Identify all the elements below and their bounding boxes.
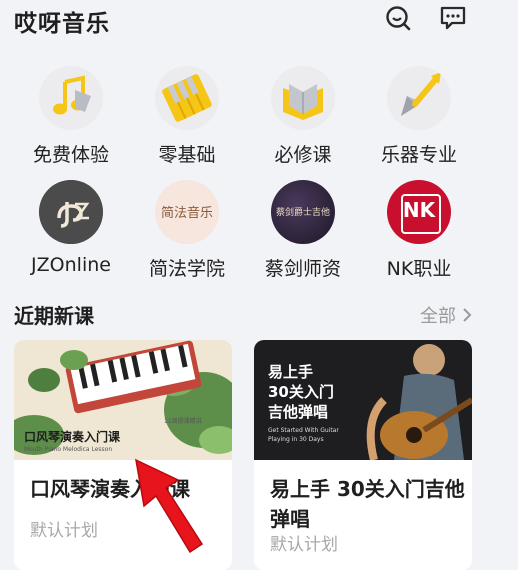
category-label: 简法学院 bbox=[148, 258, 225, 280]
category-label: NK职业 bbox=[386, 258, 452, 280]
section-title: 近期新课 bbox=[14, 304, 94, 328]
cover-subtitle: Get Started With Guitar Playing in 30 Da… bbox=[268, 427, 339, 443]
guitar-icon bbox=[387, 66, 451, 130]
music-note-icon bbox=[39, 66, 103, 130]
category-caijian[interactable]: 蔡剑爵士吉他 蔡剑师资 bbox=[253, 180, 353, 281]
course-plan: 默认计划 bbox=[270, 535, 338, 555]
jianfa-logo: 简法音乐 bbox=[155, 180, 219, 244]
category-free-trial[interactable]: 免费体验 bbox=[21, 66, 121, 167]
view-all-label: 全部 bbox=[420, 306, 456, 327]
jz-logo bbox=[39, 180, 103, 244]
caijian-logo: 蔡剑爵士吉他 bbox=[271, 180, 335, 244]
category-instrument-pro[interactable]: 乐器专业 bbox=[369, 66, 469, 167]
category-label: 零基础 bbox=[158, 144, 216, 166]
category-required[interactable]: 必修课 bbox=[253, 66, 353, 167]
chevron-right-icon bbox=[463, 308, 472, 322]
search-icon[interactable] bbox=[384, 4, 412, 32]
category-beginner[interactable]: 零基础 bbox=[137, 66, 237, 167]
course-card-guitar[interactable]: 易上手 30关入门 吉他弹唱 Get Started With Guitar P… bbox=[254, 340, 472, 570]
category-label: 必修课 bbox=[274, 144, 332, 166]
category-label: 蔡剑师资 bbox=[264, 258, 341, 280]
cover-subtitle: Mouth Piano Melodica Lesson bbox=[24, 446, 113, 453]
app-header: 哎呀音乐 bbox=[0, 0, 518, 40]
category-label: JZOnline bbox=[31, 254, 111, 276]
nk-logo: NK bbox=[387, 180, 451, 244]
view-all-link[interactable]: 全部 bbox=[420, 302, 472, 328]
message-icon[interactable] bbox=[439, 4, 467, 32]
piano-keys-icon bbox=[155, 66, 219, 130]
category-nk[interactable]: NK NK职业 bbox=[369, 180, 469, 281]
category-label: 免费体验 bbox=[32, 144, 109, 166]
pointer-arrow-icon bbox=[135, 458, 204, 554]
category-jianfa[interactable]: 简法音乐 简法学院 bbox=[137, 180, 237, 281]
cover-tag: 11周授课精讲 bbox=[164, 418, 202, 425]
category-jzonline[interactable]: JZOnline bbox=[21, 180, 121, 276]
category-label: 乐器专业 bbox=[380, 144, 457, 166]
open-book-icon bbox=[271, 66, 335, 130]
course-cover-guitar: 易上手 30关入门 吉他弹唱 Get Started With Guitar P… bbox=[254, 340, 472, 460]
cover-title: 口风琴演奏入门课 bbox=[24, 430, 121, 444]
cover-title: 易上手 30关入门 吉他弹唱 bbox=[268, 363, 334, 421]
app-title: 哎呀音乐 bbox=[14, 11, 110, 37]
course-plan: 默认计划 bbox=[30, 521, 98, 541]
course-cover-melodica: 口风琴演奏入门课 Mouth Piano Melodica Lesson 11周… bbox=[14, 340, 232, 460]
course-title: 易上手 30关入门吉他弹唱 bbox=[270, 477, 465, 531]
